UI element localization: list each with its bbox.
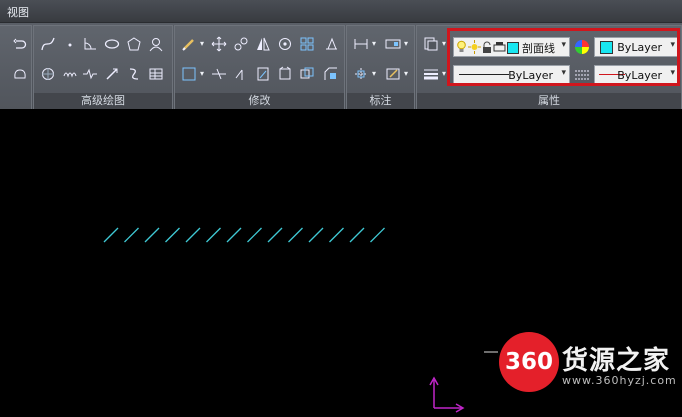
point-icon[interactable] — [60, 34, 80, 54]
polygon-icon[interactable] — [124, 34, 144, 54]
scale-icon[interactable] — [253, 64, 273, 84]
draw-panel-partial — [0, 25, 32, 109]
extend-icon[interactable] — [231, 64, 251, 84]
chevron-down-icon[interactable]: ▾ — [369, 64, 379, 84]
region-icon[interactable] — [10, 64, 30, 84]
wipeout-icon[interactable] — [80, 64, 100, 84]
lineweight-icon[interactable] — [421, 64, 441, 84]
revision-cloud-icon[interactable] — [60, 64, 80, 84]
donut-icon[interactable] — [38, 64, 58, 84]
chevron-down-icon[interactable]: ▾ — [369, 34, 379, 54]
watermark-url: www.360hyzj.com — [562, 374, 677, 387]
select-window-icon[interactable] — [179, 64, 199, 84]
chamfer-icon[interactable] — [321, 64, 341, 84]
tab-view[interactable]: 视图 — [7, 4, 29, 20]
watermark-logo: 360 — [499, 332, 559, 392]
advanced-draw-title: 高级绘图 — [34, 93, 172, 109]
copy-icon[interactable] — [231, 34, 251, 54]
helix-icon[interactable] — [124, 64, 144, 84]
annotate-panel: ▾ ▾ ▾ ▾ 标注 — [346, 25, 415, 109]
brush-icon[interactable] — [179, 34, 199, 54]
layer-properties-icon[interactable] — [421, 34, 441, 54]
chevron-down-icon[interactable]: ▾ — [401, 34, 411, 54]
ellipse-icon[interactable] — [102, 34, 122, 54]
undo-arc-icon[interactable] — [10, 34, 30, 54]
move-icon[interactable] — [209, 34, 229, 54]
array-icon[interactable] — [297, 34, 317, 54]
table-edit-icon[interactable] — [383, 64, 403, 84]
advanced-draw-panel: 高级绘图 — [33, 25, 173, 109]
user-block-icon[interactable] — [146, 34, 166, 54]
spline-icon[interactable] — [38, 34, 58, 54]
break-icon[interactable] — [275, 64, 295, 84]
stretch-icon[interactable] — [321, 34, 341, 54]
rotate-icon[interactable] — [275, 34, 295, 54]
annotate-title: 标注 — [347, 93, 414, 109]
group-icon[interactable] — [297, 64, 317, 84]
mirror-icon[interactable] — [253, 34, 273, 54]
ray-icon[interactable] — [102, 64, 122, 84]
chevron-down-icon[interactable]: ▾ — [197, 64, 207, 84]
table-insert-icon[interactable] — [146, 64, 166, 84]
text-style-icon[interactable] — [383, 34, 403, 54]
menu-bar: 视图 — [0, 0, 682, 23]
linear-dimension-icon[interactable] — [351, 34, 371, 54]
chevron-down-icon[interactable]: ▾ — [197, 34, 207, 54]
modify-panel: ▾ ▾ 修改 — [174, 25, 345, 109]
trim-icon[interactable] — [209, 64, 229, 84]
properties-title: 属性 — [417, 93, 681, 109]
chevron-down-icon[interactable]: ▾ — [401, 64, 411, 84]
multileader-icon[interactable] — [351, 64, 371, 84]
angle-icon[interactable] — [80, 34, 100, 54]
watermark-name: 货源之家 — [562, 346, 671, 376]
highlight-box — [447, 28, 680, 86]
modify-title: 修改 — [175, 93, 344, 109]
